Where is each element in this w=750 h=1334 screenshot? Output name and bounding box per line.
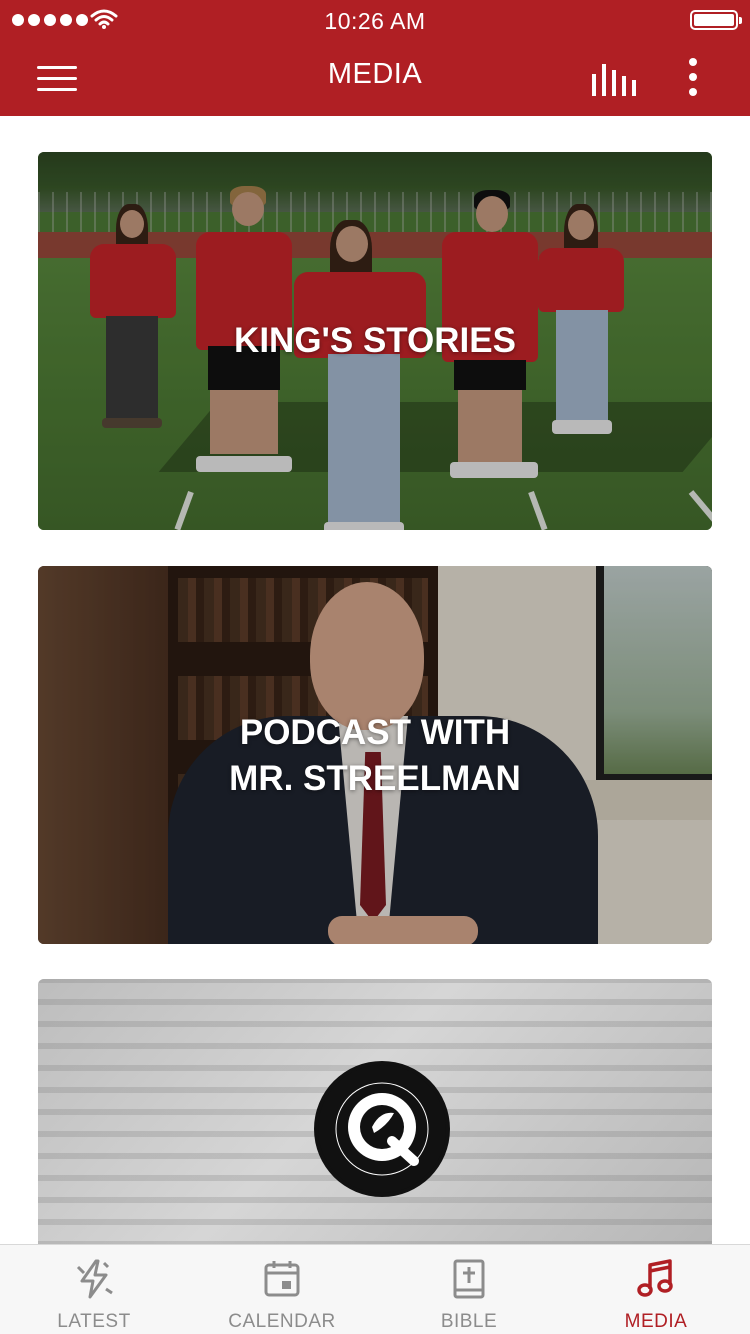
card-title: KING'S STORIES xyxy=(234,321,516,360)
music-note-icon xyxy=(637,1259,673,1297)
tab-latest[interactable]: LATEST xyxy=(0,1245,188,1334)
app-bar: MEDIA xyxy=(0,40,750,116)
app-header: 10:26 AM MEDIA xyxy=(0,0,750,116)
audio-bars-button[interactable] xyxy=(586,60,640,98)
battery-icon xyxy=(690,10,742,30)
audio-bars-icon xyxy=(592,64,636,96)
card-title-line: MR. STREELMAN xyxy=(229,759,521,798)
status-bar: 10:26 AM xyxy=(0,0,750,40)
tab-bible[interactable]: BIBLE xyxy=(375,1245,563,1334)
tab-media[interactable]: MEDIA xyxy=(562,1245,750,1334)
the-quill-logo xyxy=(314,1061,450,1197)
tab-bar: LATEST CALENDAR BIBLE MEDIA xyxy=(0,1244,750,1334)
card-title-line: PODCAST WITH xyxy=(239,713,511,752)
bible-icon xyxy=(453,1259,485,1299)
tab-label: BIBLE xyxy=(440,1311,498,1332)
tab-calendar[interactable]: CALENDAR xyxy=(188,1245,376,1334)
more-options-button[interactable] xyxy=(676,56,710,100)
media-card-kings-stories[interactable]: KING'S STORIES xyxy=(38,152,712,530)
tab-label: MEDIA xyxy=(624,1311,688,1332)
tab-label: CALENDAR xyxy=(228,1311,336,1332)
tab-label: LATEST xyxy=(57,1311,131,1332)
quill-logo-icon xyxy=(318,1065,446,1193)
latest-icon xyxy=(76,1259,113,1299)
calendar-icon xyxy=(264,1261,300,1297)
card-title: PODCAST WITH MR. STREELMAN xyxy=(38,710,712,802)
status-time: 10:26 AM xyxy=(324,8,426,34)
media-card-podcast[interactable]: PODCAST WITH MR. STREELMAN xyxy=(38,566,712,944)
